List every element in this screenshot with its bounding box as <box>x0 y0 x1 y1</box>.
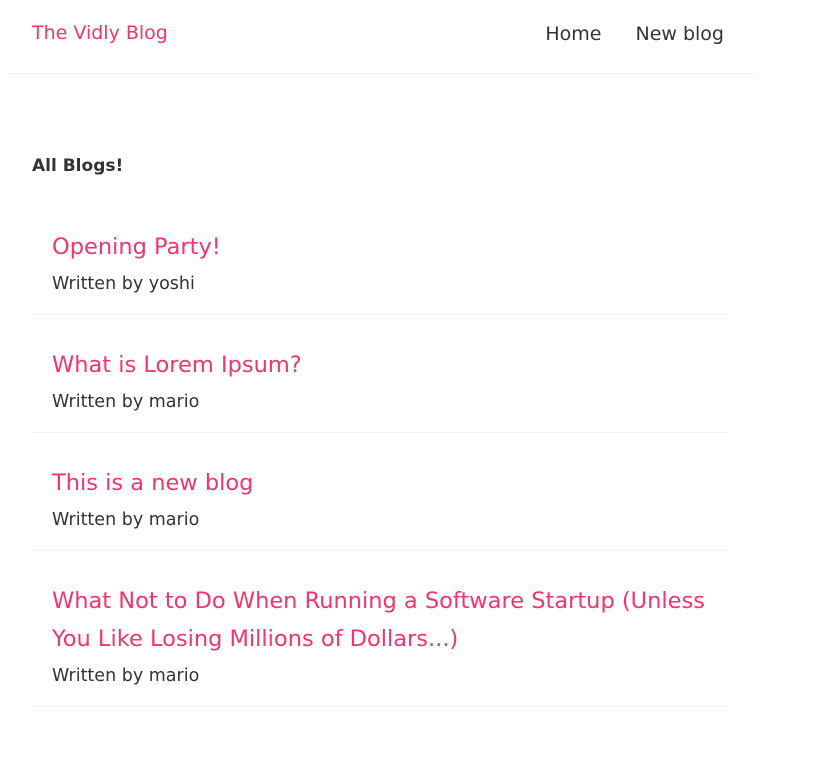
main-content: All Blogs! Opening Party! Written by yos… <box>32 150 728 728</box>
blog-title[interactable]: This is a new blog <box>52 464 708 502</box>
blog-title[interactable]: What is Lorem Ipsum? <box>52 346 708 384</box>
blog-preview[interactable]: What is Lorem Ipsum? Written by mario <box>32 336 728 433</box>
blog-author: Written by mario <box>52 392 200 412</box>
blog-author: Written by mario <box>52 510 200 530</box>
blog-title[interactable]: What Not to Do When Running a Software S… <box>52 582 708 658</box>
blog-title[interactable]: Opening Party! <box>52 228 708 266</box>
app-root: The Vidly Blog Home New blog All Blogs! … <box>0 0 837 770</box>
blog-preview[interactable]: What Not to Do When Running a Software S… <box>32 572 728 707</box>
blog-author: Written by mario <box>52 666 200 686</box>
nav-links: Home New blog <box>545 23 724 45</box>
blog-preview[interactable]: Opening Party! Written by yoshi <box>32 218 728 315</box>
brand-link[interactable]: The Vidly Blog <box>32 22 168 44</box>
blog-preview[interactable]: This is a new blog Written by mario <box>32 454 728 551</box>
page-title: All Blogs! <box>32 156 124 176</box>
blog-author: Written by yoshi <box>52 274 195 294</box>
blog-list: Opening Party! Written by yoshi What is … <box>32 218 728 707</box>
nav-link-home[interactable]: Home <box>545 23 601 45</box>
nav-link-new-blog[interactable]: New blog <box>635 23 724 45</box>
navbar: The Vidly Blog Home New blog <box>8 0 758 74</box>
